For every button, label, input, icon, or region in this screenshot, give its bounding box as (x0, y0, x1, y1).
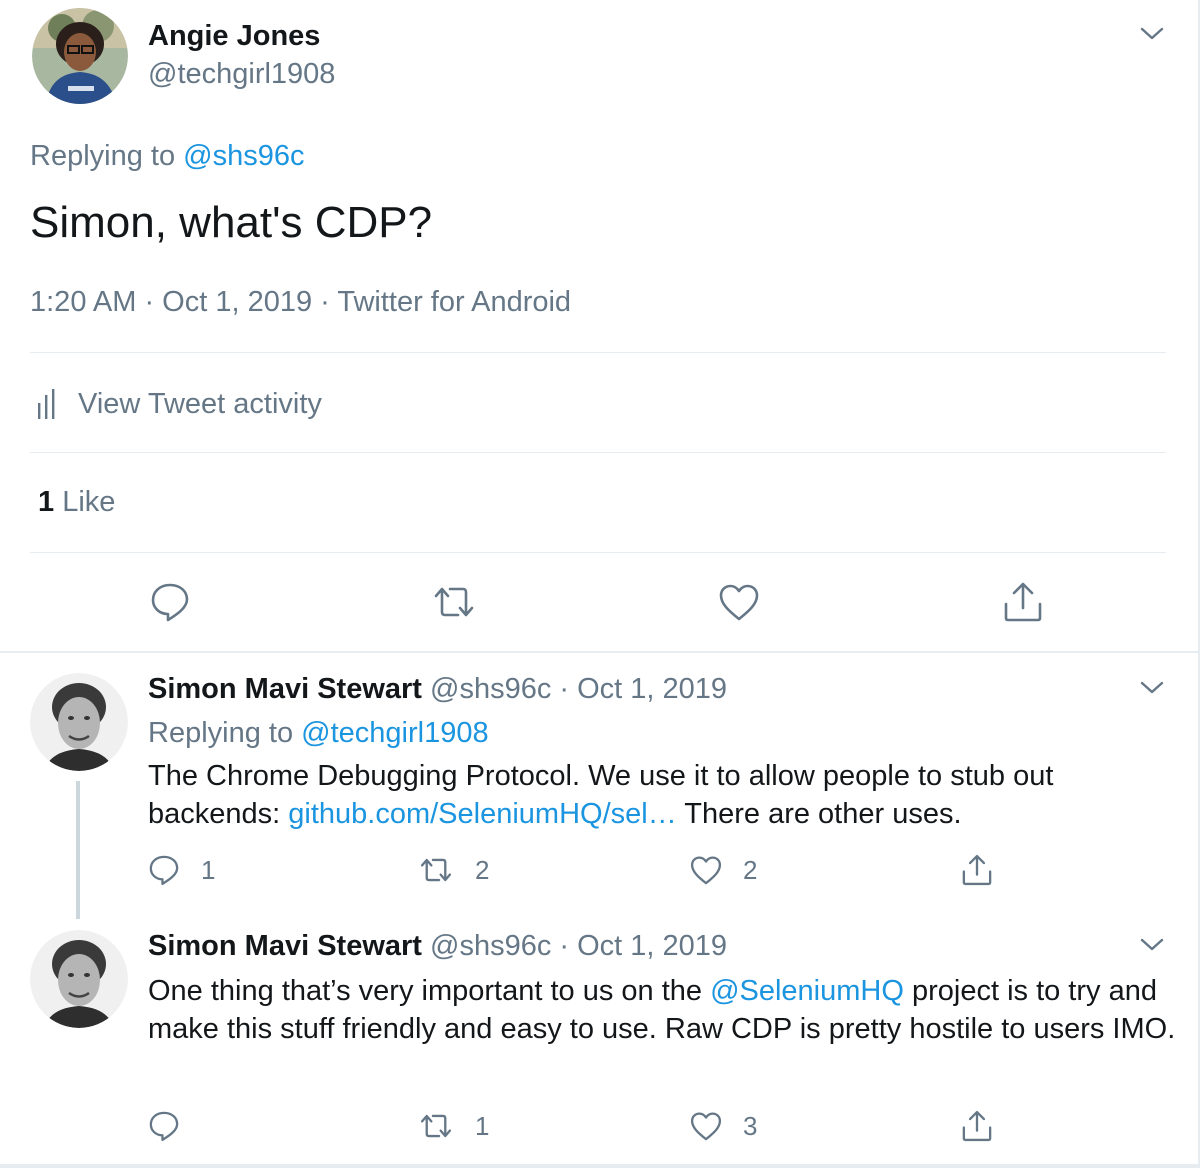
replying-to-link[interactable]: @shs96c (183, 140, 304, 172)
retweet-count: 2 (475, 854, 490, 885)
share-icon (1004, 582, 1042, 622)
reply-tweet[interactable]: Simon Mavi Stewart @shs96c · Oct 1, 2019… (0, 910, 1198, 1164)
like-button[interactable]: 2 (689, 850, 757, 890)
author-name[interactable]: Angie Jones (148, 20, 320, 53)
share-icon (962, 1110, 992, 1142)
reply-icon (151, 583, 189, 622)
likes-count[interactable]: 1 Like (38, 486, 115, 519)
author-handle-date[interactable]: @shs96c · Oct 1, 2019 (422, 930, 727, 962)
share-button[interactable] (999, 578, 1047, 626)
reply-icon (149, 1111, 179, 1142)
retweet-button[interactable] (430, 578, 478, 626)
avatar[interactable] (30, 673, 128, 771)
like-icon (690, 1112, 722, 1141)
reply-button[interactable] (147, 1106, 181, 1146)
like-button[interactable]: 3 (689, 1106, 757, 1146)
retweet-icon (420, 858, 452, 882)
replying-to-link[interactable]: @techgirl1908 (301, 717, 488, 749)
tweet-actions (0, 578, 1198, 628)
author-handle[interactable]: @techgirl1908 (148, 58, 335, 91)
retweet-button[interactable]: 1 (417, 1106, 489, 1146)
main-tweet: Angie Jones @techgirl1908 Replying to @s… (0, 0, 1198, 651)
chevron-down-icon[interactable] (1137, 673, 1167, 703)
tweet-actions: 1 2 2 (0, 850, 1198, 890)
avatar[interactable] (32, 8, 128, 104)
divider (30, 352, 1166, 353)
replying-to: Replying to @shs96c (30, 140, 304, 173)
tweet-text: Simon, what's CDP? (30, 198, 433, 247)
mention-link[interactable]: @SeleniumHQ (710, 975, 904, 1007)
share-button[interactable] (960, 850, 994, 890)
view-tweet-activity-label: View Tweet activity (78, 387, 322, 420)
like-count: 2 (743, 854, 758, 885)
like-button[interactable] (715, 578, 763, 626)
author-handle-date[interactable]: @shs96c · Oct 1, 2019 (422, 673, 727, 705)
replying-prefix: Replying to (148, 717, 302, 749)
section-divider (0, 1164, 1198, 1168)
reply-header: Simon Mavi Stewart @shs96c · Oct 1, 2019 (148, 930, 727, 963)
analytics-icon (38, 389, 55, 419)
tweet-meta: 1:20 AM · Oct 1, 2019 · Twitter for Andr… (30, 286, 572, 318)
chevron-down-icon[interactable] (1137, 930, 1167, 960)
tweet-link[interactable]: github.com/SeleniumHQ/sel… (288, 798, 676, 830)
reply-count: 1 (201, 854, 216, 885)
tweet-text-part: One thing that’s very important to us on… (148, 975, 711, 1007)
reply-tweet[interactable]: Simon Mavi Stewart @shs96c · Oct 1, 2019… (0, 653, 1198, 919)
author-name[interactable]: Simon Mavi Stewart (148, 673, 422, 705)
replying-to: Replying to @techgirl1908 (148, 717, 489, 750)
replying-prefix: Replying to (30, 140, 184, 172)
like-count: 3 (743, 1110, 758, 1141)
like-icon (719, 584, 759, 621)
view-tweet-activity-link[interactable]: View Tweet activity (34, 384, 322, 424)
reply-button[interactable] (146, 578, 194, 626)
retweet-button[interactable]: 2 (417, 850, 489, 890)
chevron-down-icon[interactable] (1137, 19, 1167, 49)
reply-icon (149, 855, 179, 886)
tweet-thread-page: Angie Jones @techgirl1908 Replying to @s… (0, 0, 1200, 1168)
retweet-count: 1 (475, 1110, 490, 1141)
tweet-text-part: There are other uses. (676, 798, 962, 830)
divider (30, 452, 1166, 453)
retweet-icon (434, 587, 474, 617)
tweet-text: One thing that’s very important to us on… (148, 972, 1178, 1048)
share-icon (962, 854, 992, 886)
tweet-text: The Chrome Debugging Protocol. We use it… (148, 757, 1178, 833)
divider (30, 552, 1166, 553)
share-button[interactable] (960, 1106, 994, 1146)
tweet-actions: 1 3 (0, 1106, 1198, 1146)
reply-button[interactable]: 1 (147, 850, 215, 890)
author-name[interactable]: Simon Mavi Stewart (148, 930, 422, 962)
reply-header: Simon Mavi Stewart @shs96c · Oct 1, 2019 (148, 673, 727, 706)
retweet-icon (420, 1114, 452, 1138)
like-icon (690, 856, 722, 885)
like-count-value: 1 (38, 486, 55, 518)
avatar[interactable] (30, 930, 128, 1028)
like-count-label: Like (54, 486, 116, 518)
